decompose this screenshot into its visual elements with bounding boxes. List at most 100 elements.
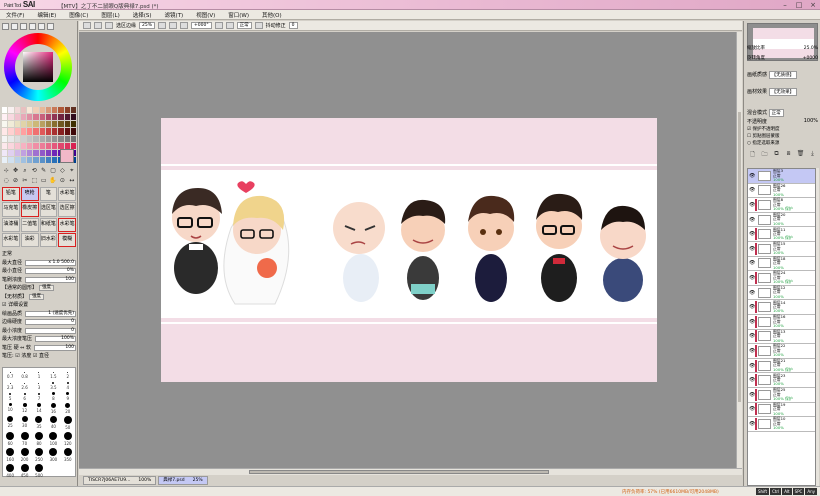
color-swatch[interactable] (52, 107, 58, 114)
brush-size-preset[interactable]: 70 (17, 430, 31, 446)
layer-row[interactable]: 👁 图层19 正常 100% (748, 402, 815, 418)
anti-alias-checkbox[interactable]: 选区边缘 (116, 22, 136, 29)
layer-row[interactable]: 👁 图层25 正常 100% 保护 (748, 387, 815, 403)
color-swatch[interactable] (20, 121, 26, 128)
brush-size-preset[interactable]: 3.5 (46, 379, 60, 390)
brush-size-preset[interactable]: 60 (3, 430, 17, 446)
flip-icon[interactable] (254, 22, 263, 29)
tool-icon[interactable]: ⟲ (30, 167, 38, 176)
brush-size-preset[interactable]: 500 (32, 462, 46, 478)
color-swatch[interactable] (27, 128, 33, 135)
layer-row[interactable]: 👁 图层14 正常 100% (748, 300, 815, 315)
color-mode-tab[interactable] (2, 23, 9, 30)
color-swatch[interactable] (27, 121, 33, 128)
eye-icon[interactable]: 👁 (749, 260, 755, 266)
brush-size-preset[interactable]: 160 (3, 446, 17, 462)
color-swatch[interactable] (27, 142, 33, 149)
color-swatch[interactable] (8, 142, 14, 149)
color-swatch[interactable] (8, 121, 14, 128)
brush-size-preset[interactable]: 1.5 (46, 368, 60, 379)
color-swatch[interactable] (33, 121, 39, 128)
color-swatch[interactable] (45, 107, 51, 114)
color-swatch[interactable] (33, 128, 39, 135)
color-swatch[interactable] (39, 142, 45, 149)
color-swatch[interactable] (14, 114, 20, 121)
menu-edit[interactable]: 编辑(E) (37, 11, 56, 19)
color-swatch[interactable] (33, 107, 39, 114)
menu-view[interactable]: 视图(V) (196, 11, 215, 19)
color-swatch[interactable] (14, 149, 20, 156)
brush-size-preset[interactable]: 120 (61, 430, 75, 446)
color-swatch[interactable] (70, 128, 76, 135)
color-swatch[interactable] (45, 114, 51, 121)
brush-size-preset[interactable]: 300 (46, 446, 60, 462)
horizontal-scrollbar[interactable] (79, 468, 742, 475)
menu-file[interactable]: 文件(F) (6, 11, 24, 19)
brush-size-preset[interactable]: 100 (46, 430, 60, 446)
stabilizer-select[interactable]: 0 (288, 22, 298, 29)
brush-size-preset[interactable]: 16 (46, 401, 60, 414)
brush-size-preset[interactable]: 5 (3, 390, 17, 401)
tool-icon[interactable]: ⊹ (2, 167, 10, 176)
color-swatch[interactable] (45, 149, 51, 156)
color-mode-tab[interactable] (47, 23, 54, 30)
brush-tool-button[interactable]: 油彩 (20, 232, 39, 247)
layer-row[interactable]: 👁 图层15 正常 100% (748, 241, 815, 257)
brush-property-value[interactable]: x 1.0 500.0 (25, 259, 76, 266)
minimize-button[interactable]: – (780, 1, 790, 9)
tool-icon[interactable]: ✋ (49, 177, 57, 186)
layer-row[interactable]: 👁 图层8 正常 100% 保护 (748, 197, 815, 213)
brush-property-value[interactable]: 100% (35, 336, 76, 343)
color-swatch[interactable] (33, 149, 39, 156)
color-swatch[interactable] (70, 142, 76, 149)
color-swatch[interactable] (64, 135, 70, 142)
brush-size-preset[interactable]: 35 (32, 414, 46, 430)
brush-tool-button[interactable]: 笔 (39, 187, 58, 202)
color-swatch[interactable] (14, 107, 20, 114)
document-tab[interactable]: TISCR7J06AE7U9... 100% (83, 476, 157, 485)
brush-size-preset[interactable]: 50 (61, 414, 75, 430)
layer-row[interactable]: 👁 图层22 正常 100% (748, 343, 815, 359)
color-swatch[interactable] (2, 156, 8, 163)
color-swatch[interactable] (58, 142, 64, 149)
menu-layer[interactable]: 图层(L) (101, 11, 119, 19)
layer-row[interactable]: 👁 图层21 正常 100% 保护 (748, 358, 815, 374)
material-effect-select[interactable]: 【无效果】 (768, 88, 798, 96)
layer-row[interactable]: 👁 图层24 正常 100% 保护 (748, 270, 815, 286)
color-swatch[interactable] (14, 156, 20, 163)
document-tab[interactable]: 典禄7.psd 25% (158, 476, 208, 485)
saturation-value-square[interactable] (23, 52, 53, 82)
angle-field[interactable]: +000° (191, 22, 212, 29)
tool-icon[interactable]: ◌ (2, 177, 10, 186)
layer-list-scrollbar[interactable] (816, 168, 819, 486)
brush-size-preset[interactable]: 0.8 (17, 368, 31, 379)
color-swatch[interactable] (20, 149, 26, 156)
color-swatch[interactable] (8, 149, 14, 156)
color-swatch[interactable] (27, 149, 33, 156)
brush-size-preset[interactable]: 450 (17, 462, 31, 478)
brush-tool-button[interactable]: 喷枪 (20, 187, 39, 202)
brush-tool-button[interactable]: 旧水彩 (39, 232, 58, 247)
brush-tool-button[interactable]: 水彩笔 (58, 187, 76, 202)
brush-size-preset[interactable]: 9 (61, 390, 75, 401)
layer-row[interactable]: 👁 图层3 正常 100% (748, 169, 815, 184)
color-swatch[interactable] (45, 135, 51, 142)
brush-size-preset[interactable]: 200 (17, 446, 31, 462)
layer-row[interactable]: 👁 图层13 正常 100% (748, 329, 815, 345)
brush-tool-button[interactable]: 选区笔 (39, 202, 58, 217)
brush-tool-button[interactable]: 模糊 (58, 232, 76, 247)
brush-property-value[interactable]: 100 (33, 344, 76, 351)
eye-icon[interactable]: 👁 (749, 290, 755, 296)
color-swatch[interactable] (27, 114, 33, 121)
color-swatch[interactable] (20, 135, 26, 142)
menu-filter[interactable]: 滤镜(T) (165, 11, 184, 19)
eye-icon[interactable]: 👁 (749, 187, 755, 193)
menu-canvas[interactable]: 图像(C) (69, 11, 88, 19)
paper-texture-select[interactable]: 【无质感】 (768, 71, 798, 79)
color-swatch[interactable] (64, 142, 70, 149)
color-swatch[interactable] (64, 114, 70, 121)
tool-icon[interactable]: ⌕ (21, 167, 29, 176)
color-swatch[interactable] (2, 107, 8, 114)
color-swatch[interactable] (39, 128, 45, 135)
scroll-thumb[interactable] (249, 470, 549, 474)
